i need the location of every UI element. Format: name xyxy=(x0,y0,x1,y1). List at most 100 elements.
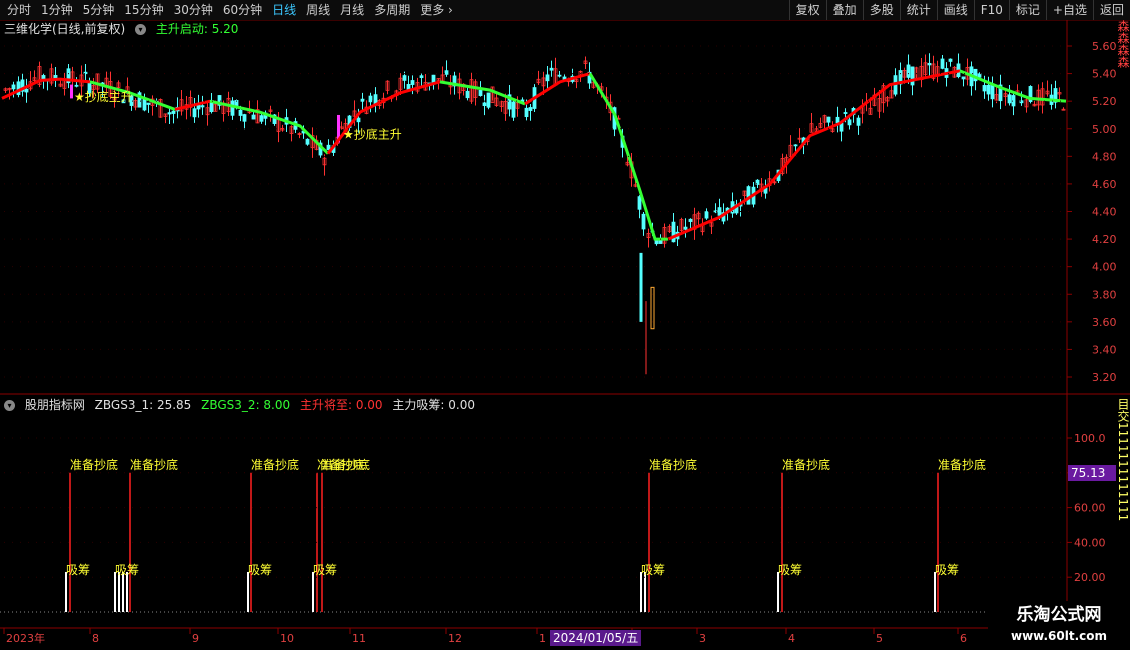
signal-label: 准备抄底 xyxy=(938,457,986,472)
candle-body xyxy=(305,138,310,145)
candle-body xyxy=(545,74,550,82)
candle-body xyxy=(1007,94,1012,104)
price-tick-label: 3.60 xyxy=(1092,316,1117,329)
chevron-down-icon[interactable]: ▾ xyxy=(4,400,15,411)
kline-chart[interactable]: ★抄底主升★抄底主升 5.605.405.205.004.804.604.404… xyxy=(0,0,1130,650)
absorb-label: 吸筹 xyxy=(66,563,90,577)
candle-body xyxy=(70,84,73,99)
candle-body xyxy=(24,88,29,93)
time-tick-label: 1 xyxy=(539,632,546,645)
candle-body xyxy=(192,108,197,118)
time-tick-label: 12 xyxy=(448,632,462,645)
candle-body xyxy=(847,119,852,126)
candle-body xyxy=(486,92,491,108)
absorb-label: 吸筹 xyxy=(641,563,665,577)
time-tick-label: 6 xyxy=(960,632,967,645)
price-tick-label: 5.60 xyxy=(1092,40,1117,53)
site-watermark: 乐淘公式网 www.60lt.com xyxy=(988,601,1130,650)
trend-line-segment xyxy=(439,80,526,106)
candle-body xyxy=(465,90,470,99)
candle-body xyxy=(986,84,991,95)
signal-annotation: ★抄底主升 xyxy=(74,89,133,104)
candle-body xyxy=(549,67,554,71)
candle-body xyxy=(948,58,953,62)
price-tick-label: 3.40 xyxy=(1092,343,1117,356)
candle-body xyxy=(658,240,663,244)
candle-body xyxy=(910,66,915,86)
price-tick-label: 4.20 xyxy=(1092,233,1117,246)
candle-body xyxy=(171,110,176,114)
time-tick-label: 4 xyxy=(788,632,795,645)
candle-body xyxy=(238,109,243,116)
candle-body xyxy=(650,286,655,330)
trend-line-segment xyxy=(667,69,961,241)
time-tick-label: 2023年 xyxy=(6,631,45,645)
candle-body xyxy=(826,116,831,123)
indicator-tick-label: 60.00 xyxy=(1074,502,1106,515)
time-tick-label: 11 xyxy=(352,632,366,645)
trend-line-segment xyxy=(209,99,330,155)
time-tick-label: 8 xyxy=(92,632,99,645)
candle-body xyxy=(843,112,848,114)
absorb-label: 吸筹 xyxy=(115,563,139,577)
candle-body xyxy=(511,101,516,118)
candle-body xyxy=(482,102,487,106)
absorb-label: 吸筹 xyxy=(778,563,802,577)
signal-label: 准备抄底 xyxy=(251,457,299,472)
candle-body xyxy=(927,62,932,66)
candle-body xyxy=(528,107,533,111)
candle-body xyxy=(444,70,449,75)
candlestick-series xyxy=(3,53,1066,375)
candle-body xyxy=(717,207,722,216)
candle-body xyxy=(977,73,982,78)
candle-body xyxy=(230,100,235,116)
time-tick-label: 3 xyxy=(699,632,706,645)
candle-body xyxy=(746,186,751,205)
side-panel-text-top: 森森森森森森森森森森森森森森森森森森森森森森森森森森森森森森森森森森 xyxy=(1116,20,1130,68)
indicator-name[interactable]: 股朋指标网 xyxy=(25,398,85,412)
price-tick-label: 5.40 xyxy=(1092,68,1117,81)
price-tick-label: 4.00 xyxy=(1092,261,1117,274)
absorb-label: 吸筹 xyxy=(248,563,272,577)
candle-body xyxy=(683,226,688,230)
candle-body xyxy=(478,89,483,96)
candle-body xyxy=(557,74,562,77)
price-tick-label: 4.60 xyxy=(1092,178,1117,191)
indicator-tick-label: 100.0 xyxy=(1074,432,1106,445)
absorb-label: 吸筹 xyxy=(935,563,959,577)
signal-label: 准备抄底 xyxy=(322,457,370,472)
trend-line-segment xyxy=(326,80,441,155)
price-tick-label: 4.80 xyxy=(1092,150,1117,163)
price-tick-label: 3.80 xyxy=(1092,288,1117,301)
candle-body xyxy=(200,105,205,108)
candle-body xyxy=(251,114,256,120)
candle-body xyxy=(835,116,840,124)
indicator-tick-label: 20.00 xyxy=(1074,571,1106,584)
time-tick-label: 5 xyxy=(876,632,883,645)
price-tick-label: 5.00 xyxy=(1092,123,1117,136)
time-tick-label: 9 xyxy=(192,632,199,645)
candle-body xyxy=(982,85,987,92)
candle-body xyxy=(360,98,365,102)
candle-body xyxy=(524,107,529,118)
indicator-value-4: 主力吸筹: 0.00 xyxy=(392,398,475,412)
candle-body xyxy=(242,114,247,122)
signal-label: 准备抄底 xyxy=(70,457,118,472)
indicator-value-3: 主升将至: 0.00 xyxy=(299,398,383,412)
candle-body xyxy=(906,64,911,78)
indicator-panel: 准备抄底 准备抄底 准备抄底 准备抄底准备抄底 准备抄底 准备抄底 准备抄底吸筹 吸筹 吸筹 吸筹… xyxy=(65,457,986,612)
candle-body xyxy=(11,84,16,90)
candle-body xyxy=(410,80,415,85)
price-tick-label: 4.40 xyxy=(1092,206,1117,219)
indicator-value-1: ZBGS3_1: 25.85 xyxy=(94,398,192,412)
candle-body xyxy=(637,196,642,210)
candle-body xyxy=(356,117,361,123)
candle-body xyxy=(419,75,424,79)
time-tick-label: 10 xyxy=(280,632,294,645)
candle-body xyxy=(326,144,331,151)
candle-body xyxy=(402,75,407,81)
candle-body xyxy=(688,218,693,222)
cursor-date: 2024/01/05/五 xyxy=(550,630,642,646)
candle-body xyxy=(368,95,373,103)
price-tick-label: 3.20 xyxy=(1092,371,1117,384)
